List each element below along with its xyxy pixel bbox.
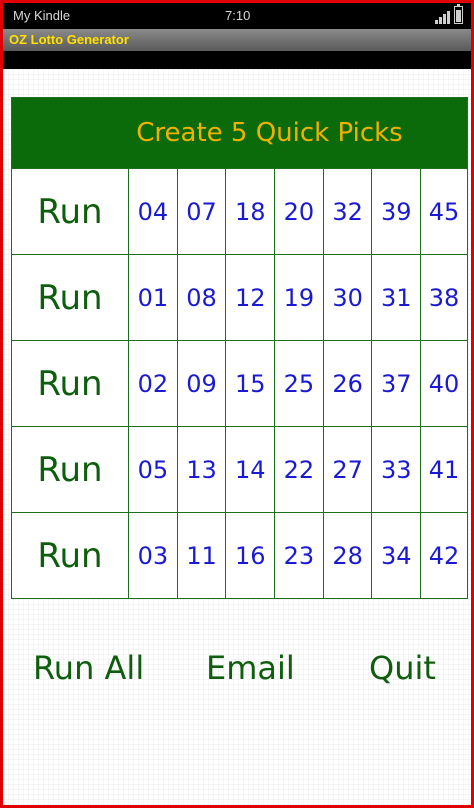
number-cell: 08 bbox=[176, 255, 226, 340]
pick-row: Run 02 09 15 25 26 37 40 bbox=[12, 340, 467, 426]
number-cell: 26 bbox=[322, 341, 372, 426]
app-frame: My Kindle 7:10 OZ Lotto Generator Create… bbox=[0, 0, 474, 808]
action-buttons: Run All Email Quit bbox=[3, 649, 471, 699]
number-cell: 30 bbox=[322, 255, 372, 340]
quit-button[interactable]: Quit bbox=[369, 649, 436, 687]
quick-picks-table: Create 5 Quick Picks Run 04 07 18 20 32 … bbox=[11, 97, 468, 599]
number-cell: 27 bbox=[322, 427, 372, 512]
pick-row: Run 01 08 12 19 30 31 38 bbox=[12, 254, 467, 340]
main-content: Create 5 Quick Picks Run 04 07 18 20 32 … bbox=[3, 69, 471, 805]
number-cell: 38 bbox=[420, 255, 467, 340]
action-bar-spacer bbox=[3, 51, 471, 69]
number-cell: 07 bbox=[176, 169, 226, 254]
run-button-row-5[interactable]: Run bbox=[12, 513, 128, 598]
run-button-row-3[interactable]: Run bbox=[12, 341, 128, 426]
signal-icon bbox=[435, 11, 450, 24]
number-cell: 23 bbox=[274, 513, 323, 598]
number-cell: 02 bbox=[128, 341, 177, 426]
number-cell: 34 bbox=[371, 513, 420, 598]
status-icons bbox=[435, 4, 463, 24]
number-cell: 33 bbox=[371, 427, 420, 512]
number-cell: 32 bbox=[322, 169, 372, 254]
run-button-row-1[interactable]: Run bbox=[12, 169, 128, 254]
battery-icon bbox=[454, 4, 463, 24]
number-cell: 01 bbox=[128, 255, 177, 340]
number-cell: 05 bbox=[128, 427, 177, 512]
number-cell: 03 bbox=[128, 513, 177, 598]
number-cell: 13 bbox=[176, 427, 226, 512]
quick-picks-header: Create 5 Quick Picks bbox=[12, 98, 467, 168]
number-cell: 45 bbox=[420, 169, 467, 254]
number-cell: 04 bbox=[128, 169, 177, 254]
number-cell: 25 bbox=[274, 341, 323, 426]
number-cell: 31 bbox=[371, 255, 420, 340]
pick-row: Run 03 11 16 23 28 34 42 bbox=[12, 512, 467, 598]
number-cell: 09 bbox=[176, 341, 226, 426]
pick-row: Run 04 07 18 20 32 39 45 bbox=[12, 168, 467, 254]
number-cell: 18 bbox=[225, 169, 274, 254]
status-app-name: My Kindle bbox=[13, 8, 71, 23]
number-cell: 39 bbox=[371, 169, 420, 254]
number-cell: 40 bbox=[420, 341, 467, 426]
app-title-bar: OZ Lotto Generator bbox=[3, 29, 471, 51]
number-cell: 11 bbox=[176, 513, 226, 598]
app-title: OZ Lotto Generator bbox=[9, 32, 129, 47]
number-cell: 16 bbox=[225, 513, 274, 598]
status-time: 7:10 bbox=[225, 8, 251, 23]
number-cell: 37 bbox=[371, 341, 420, 426]
status-bar: My Kindle 7:10 bbox=[3, 3, 471, 29]
number-cell: 42 bbox=[420, 513, 467, 598]
run-all-button[interactable]: Run All bbox=[33, 649, 144, 687]
number-cell: 14 bbox=[225, 427, 274, 512]
run-button-row-4[interactable]: Run bbox=[12, 427, 128, 512]
number-cell: 28 bbox=[322, 513, 372, 598]
number-cell: 41 bbox=[420, 427, 467, 512]
number-cell: 15 bbox=[225, 341, 274, 426]
run-button-row-2[interactable]: Run bbox=[12, 255, 128, 340]
number-cell: 20 bbox=[274, 169, 323, 254]
number-cell: 22 bbox=[274, 427, 323, 512]
pick-row: Run 05 13 14 22 27 33 41 bbox=[12, 426, 467, 512]
email-button[interactable]: Email bbox=[206, 649, 295, 687]
number-cell: 12 bbox=[225, 255, 274, 340]
number-cell: 19 bbox=[274, 255, 323, 340]
